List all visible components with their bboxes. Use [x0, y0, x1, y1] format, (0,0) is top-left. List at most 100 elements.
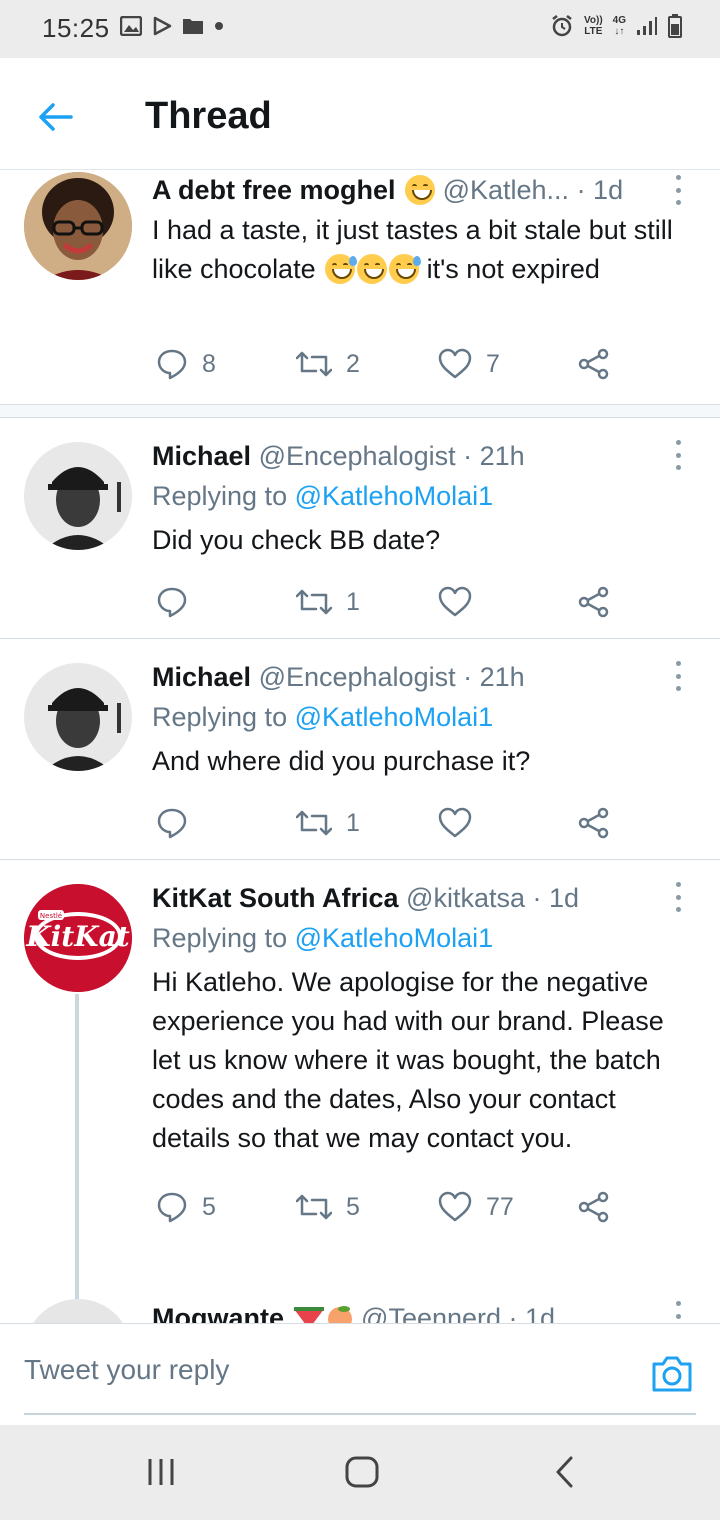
- retweet-count: 5: [346, 1192, 360, 1221]
- camera-button[interactable]: [650, 1354, 694, 1394]
- share-button[interactable]: [578, 803, 610, 843]
- recent-apps-icon: [148, 1459, 174, 1485]
- author-handle[interactable]: @Encephalogist: [259, 662, 456, 692]
- status-right-icons: Vo)) LTE 4G ↓↑: [550, 14, 682, 38]
- retweet-count: 2: [346, 349, 360, 378]
- heart-icon: [438, 807, 472, 838]
- tweet-actions: 8 2 7: [152, 344, 632, 384]
- retweet-icon: [296, 810, 332, 836]
- retweet-button[interactable]: 1: [296, 582, 360, 622]
- tweet-item[interactable]: KitKat Nestlé KitKat South Africa @kitka…: [0, 860, 720, 1300]
- author-name[interactable]: Michael: [152, 441, 251, 471]
- replying-prefix: Replying to: [152, 923, 295, 953]
- play-store-icon: [153, 16, 172, 36]
- gallery-icon: [120, 16, 142, 36]
- like-button[interactable]: [438, 803, 486, 843]
- avatar-image: [24, 172, 132, 280]
- reply-button[interactable]: 8: [156, 344, 216, 384]
- like-button[interactable]: [438, 582, 486, 622]
- author-handle[interactable]: @Katleh...: [443, 175, 569, 205]
- tweet-time: · 1d: [576, 175, 624, 205]
- tweet-text: Hi Katleho. We apologise for the negativ…: [152, 967, 664, 1153]
- retweet-icon: [296, 589, 332, 615]
- home-button[interactable]: [342, 1455, 382, 1489]
- tweet-item[interactable]: Michael @Encephalogist · 21h Replying to…: [0, 418, 720, 638]
- lte-label: LTE: [584, 26, 603, 37]
- watermelon-emoji-icon: [293, 1307, 324, 1323]
- volte-indicator: Vo)) LTE: [584, 15, 603, 37]
- tweet-time: · 1d: [532, 883, 580, 913]
- tweet-item[interactable]: A debt free moghel @Katleh... · 1d I had…: [0, 171, 720, 406]
- retweet-icon: [296, 1194, 332, 1220]
- share-button[interactable]: [578, 582, 610, 622]
- system-nav-bar: [0, 1425, 720, 1520]
- author-name[interactable]: Michael: [152, 662, 251, 692]
- heart-icon: [438, 348, 472, 379]
- tweet-time: · 21h: [463, 441, 525, 471]
- recent-apps-button[interactable]: [141, 1455, 181, 1489]
- replying-handle[interactable]: @KatlehoMolai1: [295, 923, 494, 953]
- back-nav-button[interactable]: [545, 1455, 585, 1489]
- tweet-actions: 1: [152, 803, 632, 843]
- tweet-text: Did you check BB date?: [152, 525, 441, 555]
- share-icon: [578, 1191, 609, 1223]
- reply-button[interactable]: [156, 803, 202, 843]
- retweet-icon: [296, 351, 332, 377]
- tweet-header: Michael @Encephalogist · 21h: [152, 439, 660, 473]
- avatar[interactable]: KitKat Nestlé: [24, 884, 132, 992]
- dot-icon: [215, 22, 223, 30]
- like-count: 7: [486, 349, 500, 378]
- author-name[interactable]: Mogwante: [152, 1303, 284, 1323]
- replying-handle[interactable]: @KatlehoMolai1: [295, 702, 494, 732]
- generation-label: 4G: [612, 15, 626, 26]
- tweet-item[interactable]: Mogwante @Teennerd · 1d: [0, 1297, 720, 1323]
- more-options-button[interactable]: [670, 882, 686, 912]
- thread-feed[interactable]: A debt free moghel @Katleh... · 1d I had…: [0, 171, 720, 1323]
- reply-button[interactable]: 5: [156, 1187, 216, 1227]
- reply-composer[interactable]: Tweet your reply: [0, 1323, 720, 1425]
- avatar-image: [24, 663, 132, 771]
- avatar[interactable]: [24, 172, 132, 280]
- avatar[interactable]: [24, 1299, 132, 1323]
- replying-prefix: Replying to: [152, 702, 295, 732]
- tweet-item[interactable]: Michael @Encephalogist · 21h Replying to…: [0, 639, 720, 859]
- more-options-button[interactable]: [670, 175, 686, 205]
- retweet-count: 1: [346, 587, 360, 616]
- replying-handle[interactable]: @KatlehoMolai1: [295, 481, 494, 511]
- tweet-time: · 1d: [508, 1303, 556, 1323]
- more-options-button[interactable]: [670, 1301, 686, 1323]
- retweet-button[interactable]: 1: [296, 803, 360, 843]
- sweat-smile-emoji-icon: [325, 254, 358, 284]
- back-button[interactable]: [30, 92, 80, 142]
- author-name[interactable]: A debt free moghel: [152, 175, 396, 205]
- more-options-button[interactable]: [670, 440, 686, 470]
- like-button[interactable]: 77: [438, 1187, 514, 1227]
- author-name[interactable]: KitKat South Africa: [152, 883, 399, 913]
- avatar-image: [24, 442, 132, 550]
- tweet-text: I had a taste, it just tastes a bit stal…: [152, 211, 690, 289]
- tweet-header: KitKat South Africa @kitkatsa · 1d: [152, 881, 660, 915]
- tweet-actions: 5 5 77: [152, 1187, 632, 1227]
- retweet-button[interactable]: 2: [296, 344, 360, 384]
- data-arrows-label: ↓↑: [614, 26, 625, 37]
- tweet-text-end: it's not expired: [426, 254, 600, 284]
- author-handle[interactable]: @Encephalogist: [259, 441, 456, 471]
- notification-icons: [120, 16, 224, 36]
- more-options-button[interactable]: [670, 661, 686, 691]
- avatar[interactable]: [24, 442, 132, 550]
- replying-to: Replying to @KatlehoMolai1: [152, 921, 493, 955]
- camera-icon: [652, 1356, 692, 1392]
- share-button[interactable]: [578, 344, 610, 384]
- sweat-smile-emoji-icon: [389, 254, 422, 284]
- reply-button[interactable]: [156, 582, 202, 622]
- retweet-button[interactable]: 5: [296, 1187, 360, 1227]
- like-button[interactable]: 7: [438, 344, 500, 384]
- author-handle[interactable]: @kitkatsa: [406, 883, 525, 913]
- reply-icon: [157, 349, 187, 380]
- reply-count: 8: [202, 349, 216, 378]
- folder-icon: [183, 19, 203, 34]
- share-button[interactable]: [578, 1187, 610, 1227]
- author-handle[interactable]: @Teennerd: [361, 1303, 501, 1323]
- avatar[interactable]: [24, 663, 132, 771]
- reply-input[interactable]: Tweet your reply: [24, 1354, 229, 1386]
